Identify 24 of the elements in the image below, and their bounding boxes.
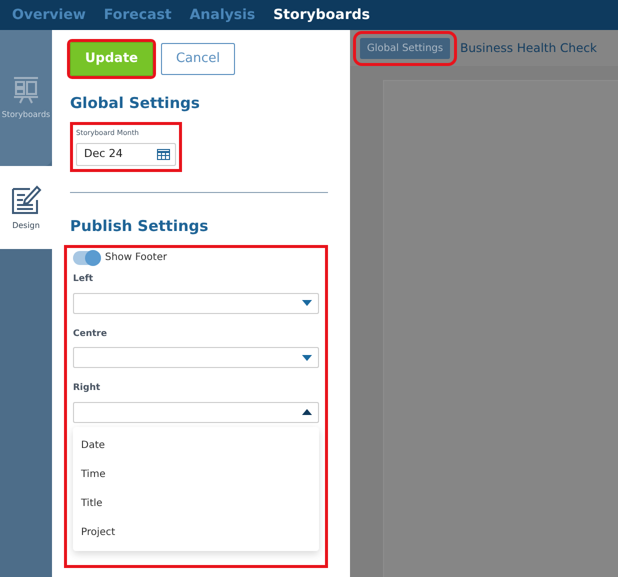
caret-up-icon	[302, 409, 312, 415]
field-label: Centre	[73, 328, 108, 340]
calendar-icon[interactable]	[157, 148, 170, 160]
rail-tab[interactable]: Design	[0, 166, 52, 249]
storyboard-title: Business Health Check	[460, 40, 597, 57]
field-label: Left	[73, 273, 94, 286]
dropdown-option[interactable]: Project	[73, 518, 319, 546]
dropdown-option[interactable]: Date	[73, 430, 319, 460]
date-field[interactable]: Dec 24	[76, 142, 176, 166]
field-label: Right	[73, 382, 102, 395]
section-heading: Global Settings	[70, 92, 201, 114]
edit-document-icon	[10, 184, 42, 216]
section-heading: Publish Settings	[70, 216, 210, 236]
nav-tab[interactable]: Storyboards	[273, 4, 370, 26]
toggle-switch[interactable]	[73, 250, 101, 264]
dropdown-field[interactable]	[73, 292, 319, 314]
caret-down-icon	[302, 300, 312, 306]
dropdown-field[interactable]	[73, 402, 319, 422]
dropdown-field[interactable]	[73, 347, 319, 368]
dropdown-option[interactable]: Time	[73, 460, 319, 488]
caret-down-icon	[302, 354, 312, 360]
presentation-board-icon	[11, 75, 41, 105]
dropdown-option[interactable]: Title	[73, 488, 319, 518]
toggle-label: Show Footer	[105, 251, 167, 265]
